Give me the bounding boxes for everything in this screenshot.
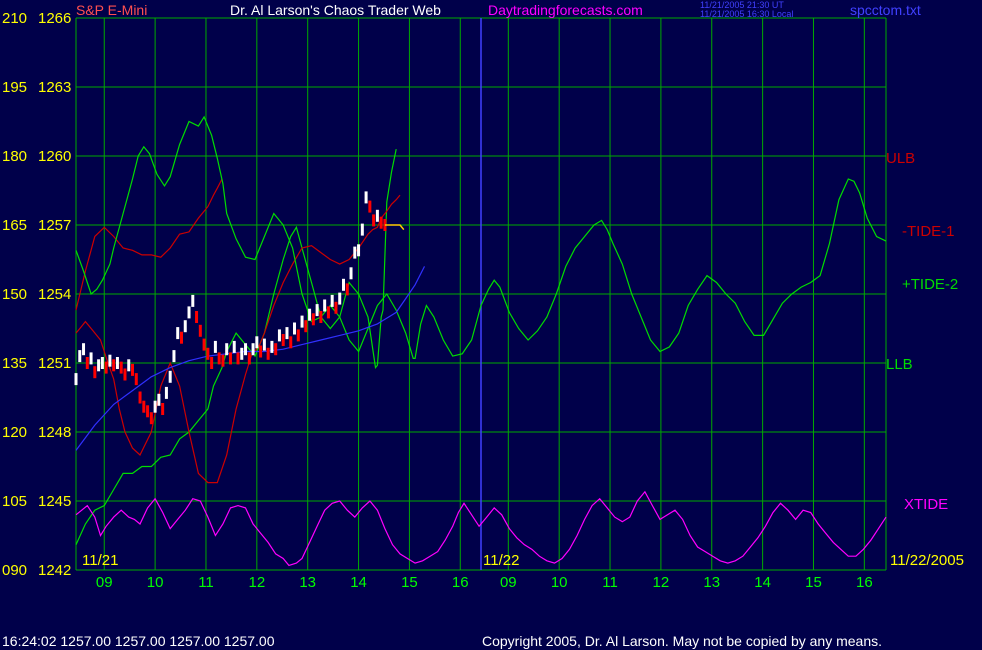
left-scale-label: 090	[2, 562, 27, 579]
price-scale-label: 1251	[38, 355, 71, 372]
last-quote: 16:24:02 1257.00 1257.00 1257.00 1257.00	[2, 633, 275, 649]
series-label-xtide: XTIDE	[904, 496, 948, 513]
left-scale-label: 195	[2, 79, 27, 96]
series-label-llb: LLB	[886, 356, 913, 373]
left-scale-label: 165	[2, 217, 27, 234]
left-scale-label: 135	[2, 355, 27, 372]
price-scale-label: 1242	[38, 562, 71, 579]
time-tick-label: 13	[703, 574, 720, 591]
time-tick-label: 11	[198, 574, 214, 591]
left-scale-label: 210	[2, 10, 27, 27]
chart-canvas: 210 1266 195 1263 180 1260 165 1257 150 1254 135 12…	[0, 0, 982, 650]
data-file-name: spcctom.txt	[850, 2, 921, 18]
date-label-end: 11/22/2005	[890, 552, 964, 569]
series-label-tide1: -TIDE-1	[902, 223, 955, 240]
time-tick-label: 10	[551, 574, 568, 591]
left-scale-label: 150	[2, 286, 27, 303]
left-scale-label: 105	[2, 493, 27, 510]
time-tick-label: 16	[856, 574, 873, 591]
date-label-start: 11/21	[82, 552, 118, 569]
date-label-next: 11/22	[483, 552, 519, 569]
price-scale-label: 1248	[38, 424, 71, 441]
series-label-tide2: +TIDE-2	[902, 276, 958, 293]
time-tick-label: 15	[805, 574, 822, 591]
chart-title: Dr. Al Larson's Chaos Trader Web	[230, 2, 441, 18]
price-scale-label: 1266	[38, 10, 71, 27]
time-tick-label: 15	[401, 574, 418, 591]
price-scale-label: 1245	[38, 493, 71, 510]
instrument-title: S&P E-Mini	[76, 2, 148, 18]
copyright: Copyright 2005, Dr. Al Larson. May not b…	[482, 633, 883, 649]
time-tick-label: 09	[500, 574, 517, 591]
time-tick-label: 16	[452, 574, 469, 591]
price-scale-label: 1257	[38, 217, 71, 234]
price-scale-label: 1254	[38, 286, 71, 303]
time-tick-label: 14	[754, 574, 771, 591]
series-label-ulb: ULB	[886, 150, 915, 167]
time-tick-label: 09	[96, 574, 113, 591]
time-local: 11/21/2005 16:30 Local	[700, 9, 794, 19]
time-tick-label: 12	[248, 574, 265, 591]
left-scale-label: 180	[2, 148, 27, 165]
time-tick-label: 11	[602, 574, 618, 591]
price-scale-label: 1260	[38, 148, 71, 165]
time-tick-label: 14	[350, 574, 367, 591]
site-link[interactable]: Daytradingforecasts.com	[488, 2, 643, 18]
time-tick-label: 10	[147, 574, 164, 591]
price-scale-label: 1263	[38, 79, 71, 96]
time-tick-label: 13	[299, 574, 316, 591]
left-scale-label: 120	[2, 424, 27, 441]
time-tick-label: 12	[653, 574, 670, 591]
